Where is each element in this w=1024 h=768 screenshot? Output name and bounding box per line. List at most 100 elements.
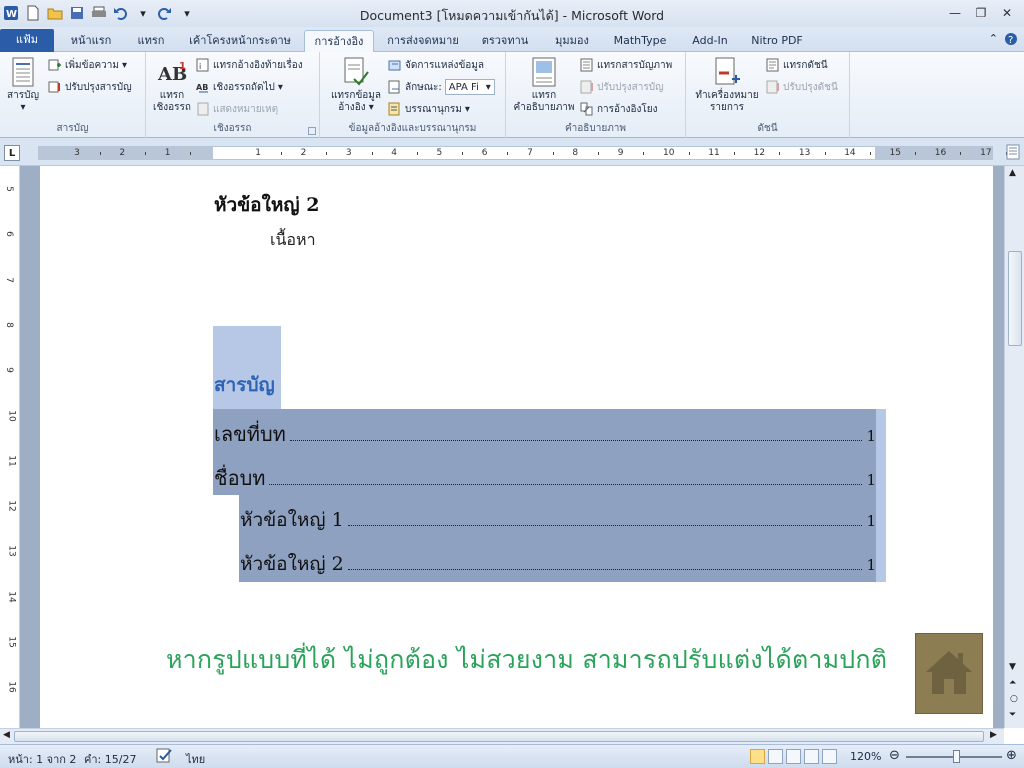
bibliography-button[interactable]: บรรณานุกรม ▾: [388, 100, 470, 118]
vertical-ruler[interactable]: 5 6 7 8 9 10 11 12 13 14 15 16: [4, 166, 20, 728]
ruler-number: 5: [436, 148, 443, 158]
minimize-ribbon-icon[interactable]: ⌃: [989, 32, 998, 49]
tab-add-in[interactable]: Add-In: [682, 30, 738, 52]
insert-index-button[interactable]: แทรกดัชนี: [766, 56, 828, 74]
ruler-number: 9: [617, 148, 624, 158]
bibliography-label: บรรณานุกรม: [405, 103, 462, 115]
insert-table-of-figures-button[interactable]: แทรกสารบัญภาพ: [580, 56, 672, 74]
ruler-number: 5: [3, 186, 14, 192]
endnote-icon: i: [196, 58, 210, 72]
toc-entry[interactable]: หัวข้อใหญ่ 2 1: [240, 549, 876, 579]
tab-page-layout[interactable]: เค้าโครงหน้ากระดาษ: [182, 30, 298, 52]
scroll-down-icon[interactable]: ▼: [1009, 662, 1016, 672]
scroll-left-icon[interactable]: ◀: [3, 730, 10, 740]
scroll-thumb[interactable]: [1008, 251, 1022, 346]
ruler-number: 14: [6, 590, 17, 603]
minimize-icon[interactable]: —: [944, 4, 966, 22]
document-page[interactable]: หัวข้อใหญ่ 2 เนื้อหา สารบัญ เลขที่บท 1 ช…: [40, 166, 993, 728]
tab-insert[interactable]: แทรก: [128, 30, 174, 52]
show-notes-label: แสดงหมายเหตุ: [213, 103, 279, 115]
zoom-out-icon[interactable]: ⊖: [889, 748, 900, 763]
citation-style-select[interactable]: APA Fi ▾: [444, 79, 495, 95]
toc-leader: [269, 471, 863, 485]
ruler-number: 16: [934, 148, 947, 158]
zoom-level[interactable]: 120%: [850, 750, 881, 763]
update-table-figures-label: ปรับปรุงสารบัญ: [597, 81, 664, 93]
horizontal-scrollbar[interactable]: ◀ ▶: [0, 728, 1004, 744]
close-icon[interactable]: ✕: [996, 4, 1018, 22]
manage-sources-button[interactable]: จัดการแหล่งข้อมูล: [388, 56, 484, 74]
language-indicator[interactable]: ไทย: [186, 750, 205, 768]
zoom-slider-thumb[interactable]: [953, 750, 960, 763]
home-button[interactable]: [915, 633, 983, 714]
draft-view-icon[interactable]: [822, 749, 837, 764]
tab-mathtype[interactable]: MathType: [606, 30, 674, 52]
tab-home[interactable]: หน้าแรก: [62, 30, 120, 52]
page-count[interactable]: หน้า: 1 จาก 2: [8, 750, 76, 768]
dialog-launcher-icon[interactable]: [308, 127, 316, 135]
chevron-down-icon: ▾: [121, 59, 127, 71]
toc-entry[interactable]: หัวข้อใหญ่ 1 1: [240, 505, 876, 535]
cross-reference-button[interactable]: การอ้างอิงโยง: [580, 100, 658, 118]
scroll-right-icon[interactable]: ▶: [990, 730, 997, 740]
ruler-tick: [190, 152, 192, 155]
horizontal-ruler[interactable]: 3 2 1 1 2 3 4 5 6 7 8 9 10 11 12 13 14 15 16 17: [38, 146, 1007, 160]
body-text: เนื้อหา: [270, 230, 316, 249]
show-notes-button[interactable]: แสดงหมายเหตุ: [196, 100, 278, 118]
toc-entry[interactable]: ชื่อบท 1: [214, 462, 876, 494]
update-table-figures-button[interactable]: ปรับปรุงสารบัญ: [580, 78, 664, 96]
ruler-number: 1: [164, 148, 171, 158]
toc-leader: [289, 427, 863, 441]
outline-view-icon[interactable]: [804, 749, 819, 764]
add-text-button[interactable]: เพิ่มข้อความ ▾: [48, 56, 127, 74]
toc-entry-text: เลขที่บท: [214, 422, 286, 446]
tab-mailings[interactable]: การส่งจดหมาย: [380, 30, 466, 52]
next-footnote-button[interactable]: AB เชิงอรรถถัดไป ▾: [196, 78, 283, 96]
tab-file[interactable]: แฟ้ม: [0, 29, 54, 52]
toc-leader: [347, 512, 863, 526]
scroll-up-icon[interactable]: ▲: [1009, 168, 1016, 178]
group-table-of-contents: สารบัญ ▾ เพิ่มข้อความ ▾ ปรับปรุงสารบัญ ส…: [0, 52, 146, 138]
ruler-number: 8: [3, 322, 14, 328]
tab-view[interactable]: มุมมอง: [544, 30, 600, 52]
tab-review[interactable]: ตรวจทาน: [474, 30, 536, 52]
restore-icon[interactable]: ❐: [970, 4, 992, 22]
insert-citation-button[interactable]: แทรกข้อมูล อ้างอิง ▾: [324, 56, 388, 114]
mark-entry-button[interactable]: ทำเครื่องหมาย รายการ: [692, 56, 762, 114]
update-table-button[interactable]: ปรับปรุงสารบัญ: [48, 78, 132, 96]
full-screen-reading-icon[interactable]: [768, 749, 783, 764]
group-captions: แทรก คำอธิบายภาพ แทรกสารบัญภาพ ปรับปรุงส…: [506, 52, 686, 138]
ruler-number: 2: [300, 148, 307, 158]
tab-nitro-pdf[interactable]: Nitro PDF: [746, 30, 808, 52]
browse-object-icon[interactable]: ○: [1010, 694, 1018, 704]
ruler-tick: [688, 152, 690, 155]
toc-entry[interactable]: เลขที่บท 1: [214, 418, 876, 450]
update-index-button[interactable]: ปรับปรุงดัชนี: [766, 78, 838, 96]
style-label: ลักษณะ:: [405, 81, 442, 93]
toc-entry-text: หัวข้อใหญ่ 1: [240, 509, 344, 531]
toc-leader: [347, 556, 863, 570]
ruler-tick: [824, 152, 826, 155]
insert-caption-button[interactable]: แทรก คำอธิบายภาพ: [510, 56, 578, 114]
ruler-tick: [733, 152, 735, 155]
word-count[interactable]: คำ: 15/27: [84, 750, 136, 768]
next-page-icon[interactable]: ⏷: [1009, 710, 1016, 720]
web-layout-icon[interactable]: [786, 749, 801, 764]
print-layout-icon[interactable]: [750, 749, 765, 764]
tab-selector[interactable]: L: [4, 145, 20, 161]
zoom-in-icon[interactable]: ⊕: [1006, 748, 1017, 763]
window-title: Document3 [โหมดความเข้ากันได้] - Microso…: [359, 8, 665, 23]
proofing-icon[interactable]: [156, 748, 174, 767]
ruler-tick: [326, 152, 328, 155]
insert-footnote-label-1: แทรก: [159, 90, 185, 101]
vertical-scrollbar[interactable]: ▲ ▼ ⏶ ○ ⏷: [1004, 166, 1024, 728]
group-label: เชิงอรรถ: [213, 123, 252, 134]
scroll-thumb[interactable]: [14, 731, 984, 742]
insert-footnote-button[interactable]: AB 1 แทรก เชิงอรรถ: [150, 56, 194, 114]
view-ruler-icon[interactable]: [1006, 144, 1020, 163]
toc-button[interactable]: สารบัญ ▾: [4, 56, 42, 114]
help-icon[interactable]: ?: [1004, 32, 1018, 49]
insert-endnote-button[interactable]: i แทรกอ้างอิงท้ายเรื่อง: [196, 56, 303, 74]
tab-references[interactable]: การอ้างอิง: [304, 30, 374, 52]
previous-page-icon[interactable]: ⏶: [1009, 678, 1016, 688]
